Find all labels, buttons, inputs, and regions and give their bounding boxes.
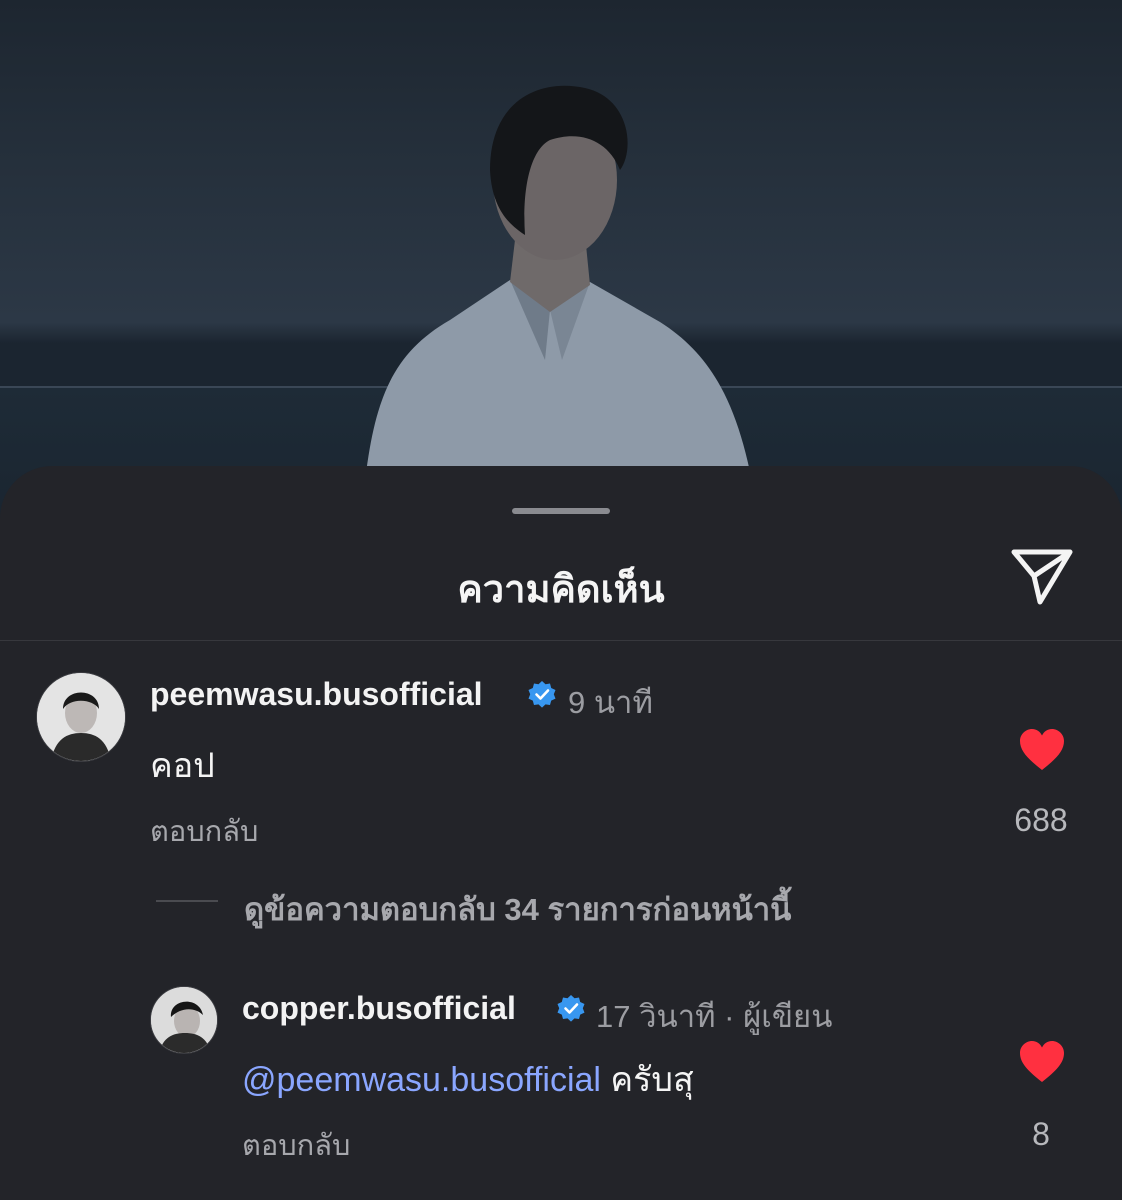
sheet-grabber-handle[interactable] bbox=[512, 508, 610, 514]
mention-link[interactable]: @peemwasu.busofficial bbox=[242, 1061, 601, 1099]
avatar[interactable] bbox=[150, 986, 218, 1054]
verified-badge-icon bbox=[557, 995, 585, 1022]
verified-badge-icon bbox=[528, 681, 556, 708]
avatar[interactable] bbox=[36, 672, 126, 762]
comment-timestamp: 9 นาที bbox=[568, 685, 653, 720]
post-photo-background bbox=[0, 0, 1122, 520]
send-icon[interactable] bbox=[1008, 544, 1076, 608]
like-count: 8 bbox=[1032, 1116, 1050, 1152]
comment-text: ครับสุ bbox=[610, 1061, 694, 1099]
heart-icon[interactable] bbox=[1018, 728, 1066, 772]
comment-body: @peemwasu.busofficial ครับสุ bbox=[242, 1052, 694, 1106]
view-previous-replies-button[interactable]: ดูข้อความตอบกลับ 34 รายการก่อนหน้านี้ bbox=[244, 884, 791, 934]
thread-connector-line bbox=[156, 900, 218, 902]
comment-timestamp: 17 วินาที · ผู้เขียน bbox=[596, 999, 833, 1034]
heart-icon[interactable] bbox=[1018, 1040, 1066, 1084]
avatar-image bbox=[37, 673, 125, 761]
comment-username[interactable]: copper.busofficial bbox=[242, 990, 516, 1027]
person-silhouette bbox=[360, 85, 759, 520]
like-count: 688 bbox=[1014, 802, 1068, 838]
comment-text: คอป bbox=[150, 747, 215, 785]
reply-button[interactable]: ตอบกลับ bbox=[242, 1122, 350, 1168]
comment-username[interactable]: peemwasu.busofficial bbox=[150, 676, 483, 713]
sheet-title: ความคิดเห็น bbox=[457, 569, 665, 611]
header-divider bbox=[0, 640, 1122, 641]
avatar-image bbox=[151, 987, 217, 1053]
reply-button[interactable]: ตอบกลับ bbox=[150, 808, 258, 854]
